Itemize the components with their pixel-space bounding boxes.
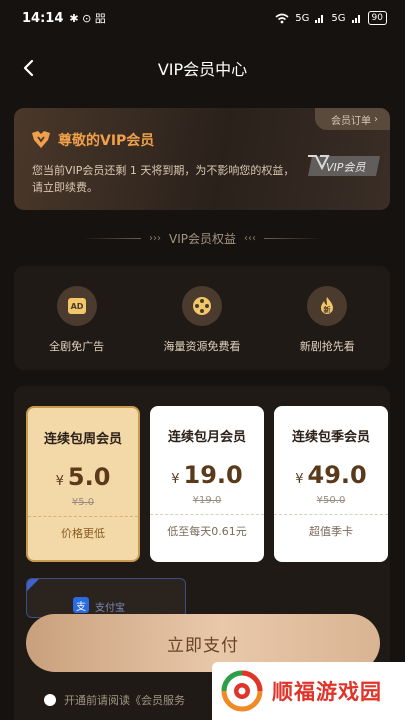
agreement-text[interactable]: 开通前请阅读《会员服务 <box>64 692 185 708</box>
divider-right <box>264 237 322 239</box>
site-watermark: 顺福游戏园 <box>212 662 405 720</box>
member-orders-label: 会员订单 <box>331 115 371 127</box>
original-price: ¥19.0 <box>192 495 222 506</box>
title-bar: VIP会员中心 <box>0 48 405 88</box>
wifi-icon <box>275 13 289 23</box>
plan-tagline: 价格更低 <box>61 527 105 540</box>
agreement-row: 开通前请阅读《会员服务 <box>44 690 185 710</box>
status-left: 14:14 ✱ ⊙ 㗊 <box>22 10 106 26</box>
battery-icon: 90 <box>367 11 387 25</box>
divider-left <box>83 237 141 239</box>
benefit-label: 全剧免广告 <box>49 340 105 353</box>
benefit-early-access: 新 新剧抢先看 <box>272 286 382 354</box>
plan-quarterly[interactable]: 连续包季会员 ¥ 49.0 ¥50.0 超值季卡 <box>274 406 388 562</box>
vip-badge-logo: VIP会员 <box>308 155 380 176</box>
plan-monthly[interactable]: 连续包月会员 ¥ 19.0 ¥19.0 低至每天0.61元 <box>150 406 264 562</box>
original-price: ¥50.0 <box>316 495 346 506</box>
watermark-text: 顺福游戏园 <box>272 680 382 704</box>
signal-bars-icon <box>315 15 324 23</box>
arrow-left-icon: ‹‹‹ <box>244 232 256 244</box>
plan-divider <box>28 516 138 517</box>
film-reel-icon <box>181 286 222 326</box>
plan-name: 连续包季会员 <box>291 430 370 445</box>
plan-name: 连续包周会员 <box>43 432 122 447</box>
currency-symbol: ¥ <box>55 474 64 489</box>
plan-tagline: 超值季卡 <box>309 525 353 538</box>
price-amount: 5.0 <box>67 463 111 491</box>
status-right: 5G 5G 90 <box>275 11 387 25</box>
payment-method-label: 支付宝 <box>95 603 125 614</box>
currency-symbol: ¥ <box>295 472 304 487</box>
benefit-no-ads: AD 全剧免广告 <box>22 286 132 354</box>
flame-icon: 新 <box>307 286 348 326</box>
vip-badge-text: VIP会员 <box>326 161 366 174</box>
back-button[interactable] <box>12 52 44 84</box>
svg-text:新: 新 <box>324 305 331 314</box>
benefit-label: 海量资源免费看 <box>163 340 241 353</box>
plan-weekly[interactable]: 连续包周会员 ¥ 5.0 ¥5.0 价格更低 <box>26 406 140 562</box>
plan-price: ¥ 19.0 <box>171 461 243 489</box>
page-title: VIP会员中心 <box>157 60 248 79</box>
vip-status-card: 会员订单 › 尊敬的VIP会员 您当前VIP会员还剩 1 天将到期，为不影响您的… <box>14 108 390 210</box>
benefits-panel: AD 全剧免广告 海量资源免费看 新 新剧抢先看 <box>14 266 390 370</box>
chevron-left-icon <box>23 59 34 77</box>
vip-card-title: 尊敬的VIP会员 <box>58 133 155 149</box>
status-time: 14:14 <box>22 10 64 26</box>
plan-price: ¥ 49.0 <box>295 461 367 489</box>
ad-icon: AD <box>56 286 97 326</box>
benefit-free-resources: 海量资源免费看 <box>147 286 257 354</box>
selected-corner-mark <box>27 579 39 591</box>
benefits-header: ››› VIP会员权益 ‹‹‹ <box>0 228 405 248</box>
signal-1-icon: 5G <box>295 12 310 24</box>
benefit-label: 新剧抢先看 <box>299 340 355 353</box>
signal-2-icon: 5G <box>331 12 346 24</box>
arrow-right-icon: ››› <box>149 232 161 244</box>
price-amount: 19.0 <box>183 461 243 489</box>
agreement-checkbox[interactable] <box>44 694 56 706</box>
currency-symbol: ¥ <box>171 472 180 487</box>
original-price: ¥5.0 <box>71 497 95 508</box>
plan-divider <box>274 514 388 515</box>
member-orders-link[interactable]: 会员订单 › <box>315 108 390 130</box>
plan-name: 连续包月会员 <box>167 430 246 445</box>
plan-tagline: 低至每天0.61元 <box>167 525 247 538</box>
benefits-header-label: VIP会员权益 <box>169 231 236 246</box>
vip-expiry-notice: 您当前VIP会员还剩 1 天将到期，为不影响您的权益，请立即续费。 <box>32 164 295 194</box>
signal-bars-icon-2 <box>351 15 360 23</box>
price-amount: 49.0 <box>307 461 367 489</box>
plan-divider <box>150 514 264 515</box>
status-bar: 14:14 ✱ ⊙ 㗊 5G 5G 90 <box>0 0 405 36</box>
payment-method-alipay[interactable]: 支 支付宝 <box>26 578 186 618</box>
svg-text:AD: AD <box>70 302 83 311</box>
status-icons: ✱ ⊙ 㗊 <box>69 12 106 25</box>
vip-crown-icon <box>32 131 50 148</box>
alipay-icon: 支 <box>73 597 89 613</box>
plan-price: ¥ 5.0 <box>56 463 111 491</box>
chevron-right-icon: › <box>374 113 378 125</box>
watermark-logo-icon <box>221 670 263 712</box>
